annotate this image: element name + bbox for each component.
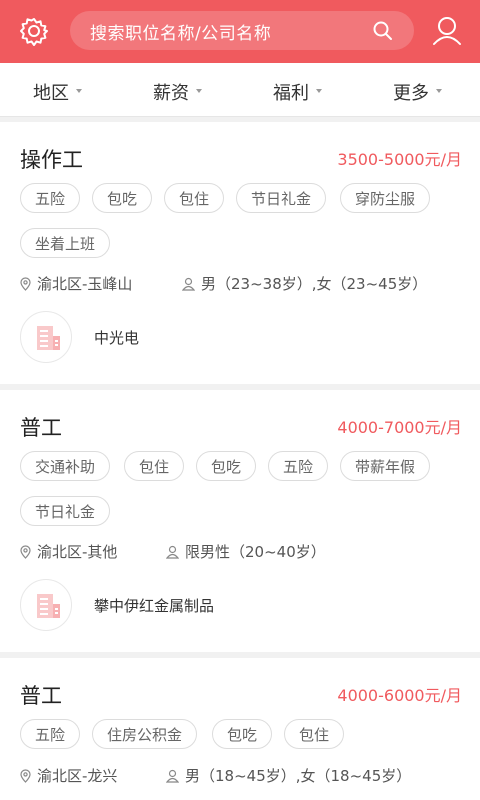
person-icon [165,769,180,783]
benefit-tag: 五险 [20,719,81,749]
benefit-tag: 包吃 [212,719,273,749]
benefit-tag: 节日礼金 [20,496,111,526]
job-salary: 3500-5000元/月 [337,150,462,169]
top-bar: 搜索职位名称/公司名称 [0,0,480,63]
filter-label: 地区 [33,83,69,104]
company-name[interactable]: 中光电 [94,327,139,348]
benefit-tag: 节日礼金 [236,183,327,213]
benefit-tag: 包吃 [196,451,257,481]
benefit-tag: 包住 [124,451,185,481]
job-location: 渝北区-玉峰山 [20,273,132,294]
job-requirement: 男（18~45岁）,女（18~45岁） [165,765,412,786]
company-logo [20,579,72,631]
requirement-text: 限男性（20~40岁） [185,543,326,561]
benefit-tag: 五险 [20,183,81,213]
benefit-tag: 包吃 [92,183,153,213]
person-icon [181,277,196,291]
job-requirement: 限男性（20~40岁） [165,541,326,562]
job-location: 渝北区-其他 [20,541,117,562]
caret-down-icon [436,89,442,93]
gear-icon[interactable] [18,15,50,47]
building-icon [37,326,60,350]
filter-label: 薪资 [153,83,189,104]
requirement-text: 男（23~38岁）,女（23~45岁） [201,275,428,293]
job-location: 渝北区-龙兴 [20,765,117,786]
requirement-text: 男（18~45岁）,女（18~45岁） [185,767,412,785]
job-title: 普工 [20,416,62,440]
job-salary: 4000-7000元/月 [337,418,462,437]
search-placeholder: 搜索职位名称/公司名称 [90,24,272,44]
job-salary: 4000-6000元/月 [337,686,462,705]
filter-label: 福利 [273,83,309,104]
search-input[interactable]: 搜索职位名称/公司名称 [70,11,414,50]
filter-label: 更多 [393,83,429,104]
caret-down-icon [196,89,202,93]
job-requirement: 男（23~38岁）,女（23~45岁） [181,273,428,294]
job-card[interactable]: 普工 4000-6000元/月 五险 住房公积金 包吃 包住 渝北区-龙兴 男（… [0,658,480,800]
person-icon [165,545,180,559]
benefit-tag: 包住 [164,183,225,213]
building-icon [37,594,60,618]
benefit-tag: 穿防尘服 [340,183,431,213]
caret-down-icon [316,89,322,93]
filter-salary[interactable]: 薪资 [153,79,202,105]
search-icon[interactable] [372,20,394,42]
job-card[interactable]: 操作工 3500-5000元/月 五险 包吃 包住 节日礼金 穿防尘服 坐着上班… [0,122,480,384]
location-pin-icon [20,277,31,291]
job-title: 普工 [20,684,62,708]
benefit-tag: 五险 [268,451,329,481]
benefit-tag: 包住 [284,719,345,749]
filter-region[interactable]: 地区 [33,79,82,105]
caret-down-icon [76,89,82,93]
filter-more[interactable]: 更多 [393,79,442,105]
location-text: 渝北区-玉峰山 [37,275,133,293]
user-icon[interactable] [430,13,464,47]
company-name[interactable]: 攀中伊红金属制品 [94,595,214,616]
benefit-tag: 坐着上班 [20,228,111,258]
location-text: 渝北区-龙兴 [37,767,118,785]
job-card[interactable]: 普工 4000-7000元/月 交通补助 包住 包吃 五险 带薪年假 节日礼金 … [0,390,480,652]
location-text: 渝北区-其他 [37,543,118,561]
benefit-tag: 住房公积金 [92,719,198,749]
benefit-tag: 交通补助 [20,451,111,481]
location-pin-icon [20,545,31,559]
job-title: 操作工 [20,148,83,172]
location-pin-icon [20,769,31,783]
filter-welfare[interactable]: 福利 [273,79,322,105]
filter-bar: 地区 薪资 福利 更多 [0,63,480,117]
company-logo [20,311,72,363]
benefit-tag: 带薪年假 [340,451,431,481]
